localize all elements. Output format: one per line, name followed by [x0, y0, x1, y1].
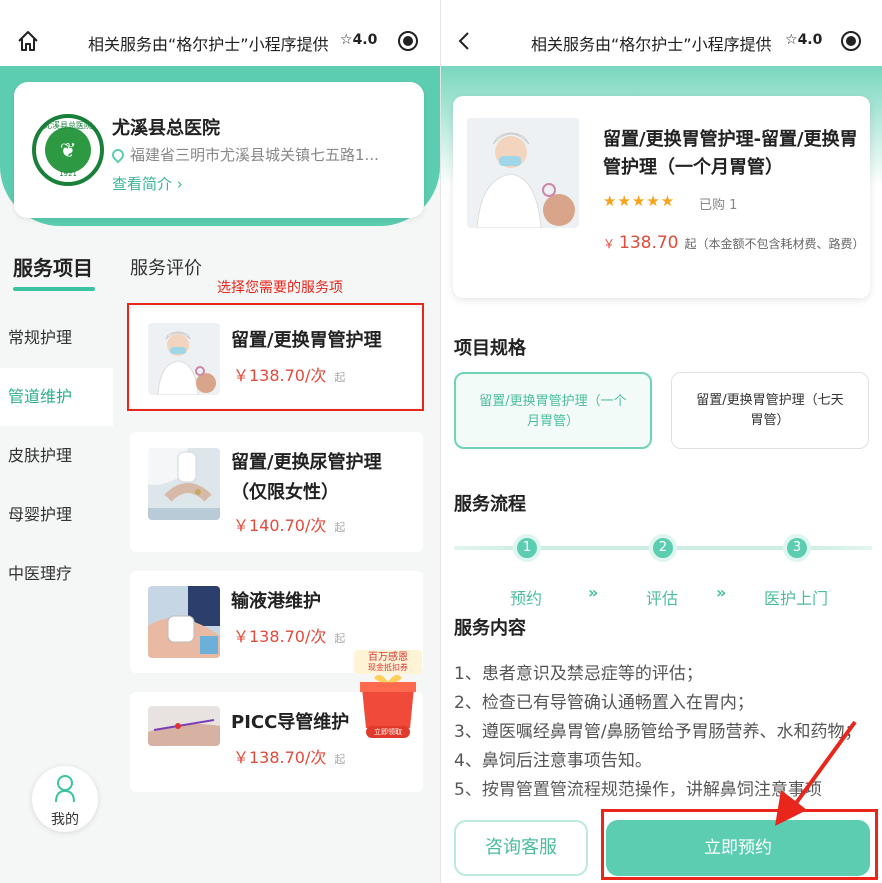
mini-program-title: 相关服务由“格尔护士”小程序提供	[88, 35, 329, 54]
spec-option-seven-day[interactable]: 留置/更换胃管护理（七天胃管）	[671, 372, 869, 449]
service-price-suffix: 起	[334, 521, 346, 534]
back-icon[interactable]	[454, 30, 476, 52]
address-text: 福建省三明市尤溪县城关镇七五路1...	[130, 146, 379, 164]
record-icon[interactable]	[841, 31, 861, 51]
chevron-right-icon: ›	[172, 175, 183, 193]
mini-program-title: 相关服务由“格尔护士”小程序提供	[531, 35, 772, 54]
logo-text: 尤溪县总医院	[44, 121, 92, 130]
category-maternal-infant[interactable]: 母婴护理	[0, 486, 113, 544]
flow-step-3: 3	[783, 534, 811, 562]
category-skin-care[interactable]: 皮肤护理	[0, 427, 113, 485]
star-icon: ☆	[785, 32, 798, 48]
flow-step-2-label: 评估	[646, 589, 679, 608]
my-profile-button[interactable]: 我的	[32, 766, 98, 832]
rating: ☆4.0	[785, 32, 822, 48]
price-currency: ￥	[603, 237, 616, 251]
right-topbar: 相关服务由“格尔护士”小程序提供 ☆4.0	[441, 0, 882, 66]
service-price: ￥138.70/次起	[233, 744, 345, 768]
service-name: 留置/更换尿管护理（仅限女性）	[231, 452, 382, 503]
procedure-photo	[148, 448, 220, 520]
leaf-icon: ❦	[45, 127, 91, 173]
my-profile-label: 我的	[51, 812, 79, 828]
service-price-value: ￥138.70/次	[233, 748, 327, 767]
view-intro-label: 查看简介	[112, 175, 173, 193]
annotation-text: 选择您需要的服务项	[217, 280, 343, 296]
home-icon[interactable]	[17, 30, 39, 52]
star-icon: ☆	[340, 32, 353, 48]
content-line: 1、患者意识及禁忌症等的评估；	[454, 664, 703, 684]
tab-services[interactable]: 服务项目	[13, 252, 93, 281]
price-suffix: 起	[684, 237, 697, 251]
promo-title: 百万感恩	[368, 652, 408, 663]
rating-value: 4.0	[352, 32, 378, 48]
service-price-suffix: 起	[334, 632, 346, 645]
rating: ☆4.0	[340, 32, 377, 48]
procedure-photo	[148, 706, 220, 746]
price-note: （本金额不包含耗材费、路费）	[696, 237, 865, 251]
product-card: 留置/更换胃管护理-留置/更换胃管护理（一个月胃管） ★★★★★ 已购 1 ￥ 1…	[453, 96, 870, 298]
promo-subtitle: 现金抵扣券	[368, 663, 408, 672]
service-price: ￥138.70/次起	[233, 623, 345, 647]
flow-chevron-icon: »	[716, 583, 727, 602]
view-intro-link[interactable]: 查看简介 ›	[112, 173, 183, 194]
flow-step-1-label: 预约	[510, 589, 543, 608]
logo-year: 1921	[59, 170, 77, 178]
rating-value: 4.0	[797, 32, 823, 48]
product-price: ￥ 138.70 起（本金额不包含耗材费、路费）	[603, 232, 865, 255]
category-routine-care[interactable]: 常规护理	[0, 309, 113, 367]
promo-coupon-widget[interactable]: 百万感恩 现金抵扣券 立即领取	[352, 648, 424, 744]
user-icon	[55, 775, 75, 803]
service-price: ￥140.70/次起	[233, 512, 345, 536]
service-card-urinary[interactable]: 留置/更换尿管护理（仅限女性） ￥140.70/次起	[130, 432, 423, 552]
rating-stars: ★★★★★	[603, 192, 676, 210]
consult-service-button[interactable]: 咨询客服	[454, 820, 588, 876]
tab-reviews[interactable]: 服务评价	[130, 254, 202, 280]
price-amount: 138.70	[619, 233, 679, 253]
hospital-address: 福建省三明市尤溪县城关镇七五路1...	[112, 144, 412, 165]
hospital-card[interactable]: 尤溪县总医院 ❦ 1921 尤溪县总医院 福建省三明市尤溪县城关镇七五路1...…	[14, 82, 424, 218]
flow-step-2: 2	[649, 534, 677, 562]
procedure-photo	[148, 586, 220, 658]
left-screen: 相关服务由“格尔护士”小程序提供 ☆4.0 尤溪县总医院 ❦ 1921 尤溪县总…	[0, 0, 440, 883]
sold-count: 已购 1	[699, 198, 738, 213]
content-line: 2、检查已有导管确认通畅置入在胃内；	[454, 693, 754, 713]
flow-section-title: 服务流程	[454, 494, 526, 515]
promo-claim-button[interactable]: 立即领取	[366, 727, 410, 738]
service-price-value: ￥140.70/次	[233, 516, 327, 535]
right-screen: 相关服务由“格尔护士”小程序提供 ☆4.0 留置/更换胃管护理-留置/更换胃管护…	[441, 0, 882, 883]
spec-option-one-month[interactable]: 留置/更换胃管护理（一个月胃管）	[454, 372, 652, 449]
category-tube-maintenance[interactable]: 管道维护	[0, 368, 113, 426]
service-price-value: ￥138.70/次	[233, 627, 327, 646]
spec-section-title: 项目规格	[454, 338, 526, 359]
content-section-title: 服务内容	[454, 618, 526, 639]
flow-step-1: 1	[513, 534, 541, 562]
hospital-logo: 尤溪县总医院 ❦ 1921	[32, 114, 104, 186]
annotation-arrow-icon	[775, 720, 857, 826]
location-icon	[112, 146, 127, 164]
hospital-name: 尤溪县总医院	[112, 118, 220, 139]
flow-step-3-label: 医护上门	[764, 589, 829, 608]
nurse-photo	[467, 118, 579, 228]
flow-chevron-icon: »	[588, 583, 599, 602]
service-name: 输液港维护	[231, 591, 321, 612]
category-tcm-therapy[interactable]: 中医理疗	[0, 545, 113, 603]
product-title: 留置/更换胃管护理-留置/更换胃管护理（一个月胃管）	[603, 129, 858, 178]
tab-underline	[13, 287, 95, 291]
selection-highlight-box	[127, 303, 424, 411]
service-price-suffix: 起	[334, 753, 346, 766]
record-icon[interactable]	[398, 31, 418, 51]
left-topbar: 相关服务由“格尔护士”小程序提供 ☆4.0	[0, 0, 440, 66]
